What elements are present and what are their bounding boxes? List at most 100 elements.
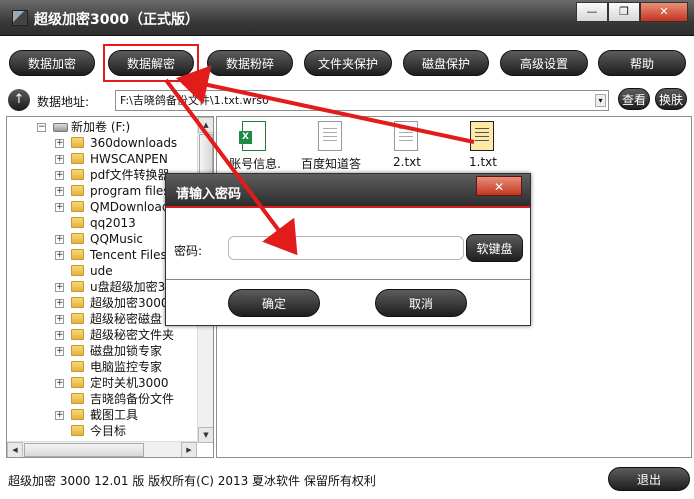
dialog-title-bar: 请输入密码 ✕: [166, 174, 530, 208]
dialog-divider: [166, 279, 530, 280]
expand-icon[interactable]: +: [55, 235, 64, 244]
excel-file-icon: [239, 121, 266, 151]
folder-icon: [71, 361, 84, 372]
file-name: 1.txt: [469, 155, 497, 169]
expand-icon[interactable]: +: [55, 171, 64, 180]
drive-label: 新加卷 (F:): [71, 120, 131, 134]
scroll-hthumb[interactable]: [24, 443, 144, 457]
collapse-icon[interactable]: −: [37, 123, 46, 132]
file-item-selected[interactable]: 1.txt: [445, 117, 521, 175]
expand-icon[interactable]: +: [55, 139, 64, 148]
tree-item-label: program files: [90, 184, 170, 198]
tree-item[interactable]: 电脑监控专家: [7, 359, 197, 375]
scroll-down-icon[interactable]: ▼: [198, 427, 213, 443]
file-item[interactable]: 百度知道答: [293, 117, 369, 175]
tree-item[interactable]: 今目标: [7, 423, 197, 439]
tree-item-label: 电脑监控专家: [90, 360, 163, 374]
expand-icon[interactable]: +: [55, 187, 64, 196]
document-file-icon: [318, 121, 342, 151]
password-input[interactable]: [228, 236, 464, 260]
drive-icon: [53, 123, 68, 132]
tree-item[interactable]: 吉晓鸽备份文件: [7, 391, 197, 407]
tree-item-label: 超级加密3000: [90, 296, 169, 310]
expand-icon[interactable]: +: [55, 411, 64, 420]
advanced-settings-button[interactable]: 高级设置: [500, 50, 588, 76]
tree-item[interactable]: +360downloads: [7, 135, 197, 151]
soft-keyboard-button[interactable]: 软键盘: [466, 234, 523, 262]
tree-item[interactable]: + 磁盘加锁专家: [7, 343, 197, 359]
ok-button[interactable]: 确定: [228, 289, 320, 317]
dialog-close-button[interactable]: ✕: [476, 176, 522, 196]
disk-protect-button[interactable]: 磁盘保护: [403, 50, 489, 76]
help-button[interactable]: 帮助: [598, 50, 686, 76]
tree-item[interactable]: + 定时关机3000: [7, 375, 197, 391]
expand-icon[interactable]: +: [55, 155, 64, 164]
file-name: 2.txt: [393, 155, 421, 169]
close-button[interactable]: ✕: [640, 2, 688, 22]
view-button[interactable]: 查看: [618, 88, 650, 110]
expand-icon[interactable]: +: [55, 299, 64, 308]
folder-icon: [71, 233, 84, 244]
folder-icon: [71, 297, 84, 308]
expand-icon[interactable]: +: [55, 283, 64, 292]
text-file-icon: [394, 121, 418, 151]
folder-icon: [71, 313, 84, 324]
tree-item-label: HWSCANPEN: [90, 152, 168, 166]
tree-drive[interactable]: − 新加卷 (F:): [7, 119, 197, 135]
file-item[interactable]: 2.txt: [369, 117, 445, 175]
tree-item-label: QQMusic: [90, 232, 144, 246]
tree-item-label: 360downloads: [90, 136, 178, 150]
folder-icon: [71, 425, 84, 436]
tree-item-label: Tencent Files: [90, 248, 167, 262]
tree-item[interactable]: + 截图工具: [7, 407, 197, 423]
cancel-button[interactable]: 取消: [375, 289, 467, 317]
tree-item-label: 定时关机3000: [90, 376, 169, 390]
tree-item-label: QMDownload: [90, 200, 170, 214]
folder-icon: [71, 345, 84, 356]
folder-icon: [71, 185, 84, 196]
expand-icon[interactable]: +: [55, 203, 64, 212]
scroll-left-icon[interactable]: ◀: [7, 442, 23, 457]
address-dropdown-icon[interactable]: ▾: [595, 94, 606, 107]
address-label: 数据地址:: [37, 95, 90, 109]
window-controls: — ❐ ✕: [576, 2, 688, 22]
up-arrow-icon[interactable]: ↑: [8, 89, 30, 111]
folder-icon: [71, 249, 84, 260]
encrypt-button[interactable]: 数据加密: [9, 50, 95, 76]
scroll-up-icon[interactable]: ▲: [198, 117, 213, 133]
expand-icon[interactable]: +: [55, 379, 64, 388]
tree-horizontal-scrollbar[interactable]: ◀ ▶: [7, 441, 197, 457]
file-item[interactable]: 账号信息.: [217, 117, 293, 175]
expand-icon[interactable]: +: [55, 347, 64, 356]
title-bar: 超级加密3000（正式版） — ❐ ✕: [0, 0, 694, 36]
folder-icon: [71, 137, 84, 148]
restore-button[interactable]: ❐: [608, 2, 640, 22]
password-label: 密码:: [174, 244, 203, 258]
expand-icon[interactable]: +: [55, 251, 64, 260]
tree-item-label: 超级秘密磁盘: [90, 312, 163, 326]
expand-icon[interactable]: +: [55, 315, 64, 324]
password-dialog: 请输入密码 ✕ 密码: 软键盘 确定 取消: [165, 173, 531, 326]
shred-button[interactable]: 数据粉碎: [207, 50, 293, 76]
minimize-button[interactable]: —: [576, 2, 608, 22]
folder-protect-button[interactable]: 文件夹保护: [304, 50, 392, 76]
app-icon: [12, 10, 28, 26]
expand-icon[interactable]: +: [55, 331, 64, 340]
exit-button[interactable]: 退出: [608, 467, 690, 491]
skin-button[interactable]: 换肤: [655, 88, 687, 110]
tree-item[interactable]: + HWSCANPEN: [7, 151, 197, 167]
tree-item-label: 吉晓鸽备份文件: [90, 392, 175, 406]
folder-icon: [71, 153, 84, 164]
tree-item[interactable]: + 超级秘密文件夹: [7, 327, 197, 343]
tree-item-label: ude: [90, 264, 113, 278]
dialog-title: 请输入密码: [176, 187, 242, 202]
scroll-right-icon[interactable]: ▶: [181, 442, 197, 457]
folder-icon: [71, 409, 84, 420]
address-input[interactable]: F:\吉晓鸽备份文件\1.txt.wrs0 ▾: [115, 90, 609, 111]
status-bar: 超级加密 3000 12.01 版 版权所有(C) 2013 夏冰软件 保留所有…: [0, 462, 694, 499]
address-bar: ↑ 数据地址: F:\吉晓鸽备份文件\1.txt.wrs0 ▾ 查看 换肤: [0, 88, 694, 114]
tree-item-label: qq2013: [90, 216, 136, 230]
folder-icon: [71, 377, 84, 388]
file-name: 账号信息.: [229, 157, 281, 171]
tree-item-label: pdf文件转换器: [90, 168, 170, 182]
